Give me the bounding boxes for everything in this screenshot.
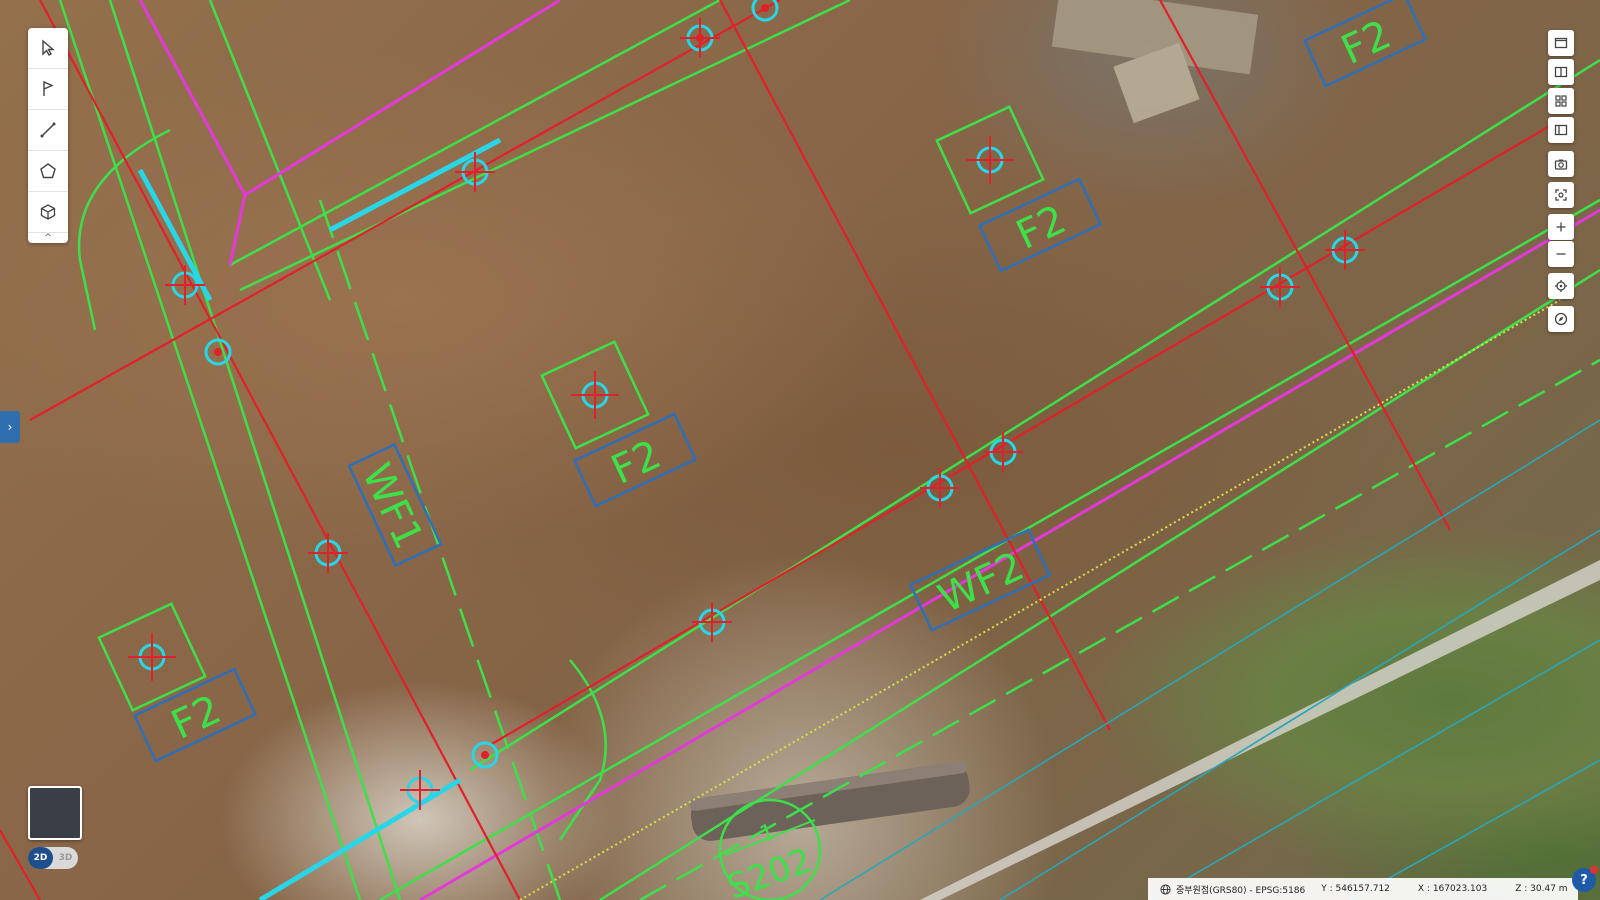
label-f2-center: F2 bbox=[572, 412, 698, 508]
view-mode-toggle: 2D 3D bbox=[28, 847, 78, 869]
coordinate-statusbar: 중부원점(GRS80) - EPSG:5186 Y : 546157.712 X… bbox=[1148, 878, 1578, 900]
select-tool-button[interactable] bbox=[28, 28, 68, 69]
crs-label[interactable]: 중부원점(GRS80) - EPSG:5186 bbox=[1176, 883, 1305, 896]
cursor-icon bbox=[42, 39, 55, 56]
basemap-layer-thumbnail[interactable] bbox=[28, 786, 82, 840]
compass-button[interactable] bbox=[1548, 306, 1574, 332]
green-pipe-lines bbox=[58, 0, 1600, 900]
coord-z: Z : 30.47 m bbox=[1515, 884, 1568, 894]
zoom-out-icon bbox=[1556, 253, 1566, 255]
zoom-in-button[interactable] bbox=[1548, 214, 1574, 240]
mode-3d-button[interactable]: 3D bbox=[53, 847, 78, 869]
mode-2d-button[interactable]: 2D bbox=[28, 847, 53, 869]
compass-icon bbox=[1554, 312, 1568, 326]
split-view-icon bbox=[1554, 66, 1568, 78]
help-button[interactable]: ? bbox=[1572, 866, 1598, 892]
cad-overlay: F2 F2 F2 F2 WF1 WF2 1 S202 bbox=[0, 0, 1600, 900]
label-f2-left-bottom: F2 bbox=[132, 667, 258, 763]
left-toolbar: ^ bbox=[28, 28, 68, 243]
label-f2-upper-middle: F2 bbox=[977, 177, 1103, 273]
capture-button[interactable] bbox=[1548, 182, 1574, 208]
label-wf1: WF1 bbox=[347, 442, 443, 568]
camera-icon bbox=[1554, 159, 1568, 170]
split-view-button[interactable] bbox=[1548, 59, 1574, 85]
notification-dot bbox=[1590, 866, 1598, 874]
svg-text:S202: S202 bbox=[722, 840, 817, 900]
capture-icon bbox=[1555, 189, 1567, 201]
concrete-wall bbox=[920, 560, 1600, 900]
line-tool-button[interactable] bbox=[28, 110, 68, 151]
zoom-out-button[interactable] bbox=[1548, 241, 1574, 267]
pipe-object-image bbox=[689, 761, 970, 841]
panel-view-button[interactable] bbox=[1548, 117, 1574, 143]
cube-icon bbox=[40, 204, 56, 220]
panel-view-icon bbox=[1554, 124, 1568, 136]
excavator-image bbox=[1051, 0, 1259, 124]
coord-x: X : 167023.103 bbox=[1417, 884, 1488, 894]
locate-icon bbox=[1555, 280, 1567, 292]
camera-button[interactable] bbox=[1548, 151, 1574, 177]
side-panel-toggle[interactable]: › bbox=[0, 411, 20, 443]
red-pipe-lines bbox=[0, 0, 1561, 900]
globe-icon bbox=[1160, 883, 1171, 895]
label-f2-top-right: F2 bbox=[1302, 0, 1428, 88]
single-view-button[interactable] bbox=[1548, 30, 1574, 56]
yellow-dotted-line bbox=[519, 299, 1561, 900]
svg-text:WF1: WF1 bbox=[353, 457, 432, 556]
polygon-icon bbox=[40, 163, 56, 179]
zoom-in-icon bbox=[1556, 222, 1566, 232]
coord-y: Y : 546157.712 bbox=[1321, 884, 1390, 894]
cyan-pipe-lines bbox=[137, 137, 502, 900]
flag-tool-button[interactable] bbox=[28, 69, 68, 110]
line-icon bbox=[40, 122, 56, 138]
grid-view-icon bbox=[1555, 95, 1567, 107]
toolbar-collapse-button[interactable]: ^ bbox=[28, 233, 68, 243]
orthophoto-map[interactable]: F2 F2 F2 F2 WF1 WF2 1 S202 bbox=[0, 0, 1600, 900]
flag-icon bbox=[43, 80, 54, 96]
grid-view-button[interactable] bbox=[1548, 88, 1574, 114]
cube-tool-button[interactable] bbox=[28, 192, 68, 233]
magenta-pipe-lines bbox=[138, 0, 1600, 900]
polygon-tool-button[interactable] bbox=[28, 151, 68, 192]
help-icon: ? bbox=[1580, 872, 1588, 888]
single-view-icon bbox=[1554, 37, 1568, 49]
locate-button[interactable] bbox=[1548, 273, 1574, 299]
